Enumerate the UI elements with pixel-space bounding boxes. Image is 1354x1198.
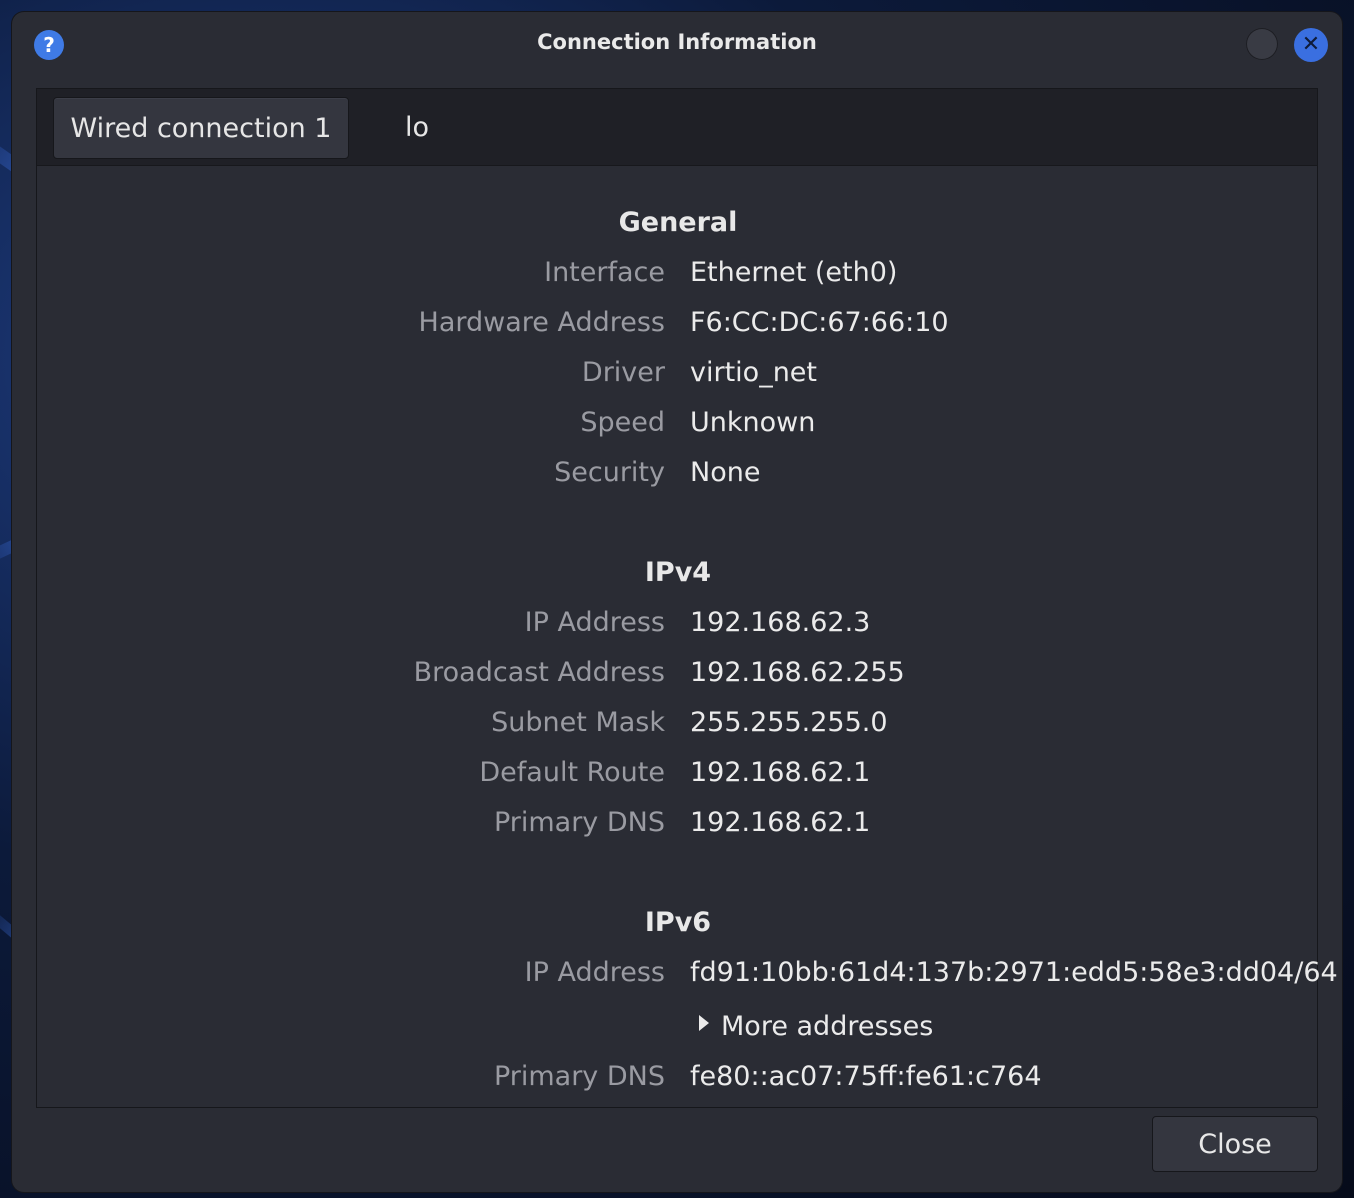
window-title: Connection Information (537, 30, 817, 54)
titlebar: ? Connection Information ✕ (12, 12, 1342, 76)
label-security: Security (554, 457, 665, 488)
close-icon[interactable]: ✕ (1294, 28, 1328, 62)
label-subnet-mask: Subnet Mask (491, 707, 665, 738)
expander-arrow-icon (699, 1015, 709, 1031)
label-interface: Interface (544, 257, 665, 288)
label-ipv6-address: IP Address (524, 957, 665, 988)
value-default-route: 192.168.62.1 (690, 757, 871, 788)
value-driver: virtio_net (690, 357, 817, 388)
tab-lo[interactable]: lo (377, 97, 457, 159)
connection-info-dialog: ? Connection Information ✕ Wired connect… (12, 12, 1342, 1192)
value-ipv4-address: 192.168.62.3 (690, 607, 871, 638)
value-interface: Ethernet (eth0) (690, 257, 898, 288)
label-broadcast-address: Broadcast Address (413, 657, 665, 688)
minimize-button[interactable] (1246, 28, 1278, 60)
value-speed: Unknown (690, 407, 816, 438)
label-hardware-address: Hardware Address (418, 307, 665, 338)
value-hardware-address: F6:CC:DC:67:66:10 (690, 307, 949, 338)
value-security: None (690, 457, 761, 488)
value-broadcast-address: 192.168.62.255 (690, 657, 905, 688)
label-driver: Driver (581, 357, 665, 388)
value-ipv4-primary-dns: 192.168.62.1 (690, 807, 871, 838)
label-ipv4-primary-dns: Primary DNS (493, 807, 665, 838)
value-ipv6-primary-dns: fe80::ac07:75ff:fe61:c764 (690, 1061, 1042, 1092)
label-speed: Speed (580, 407, 665, 438)
label-ipv4-address: IP Address (524, 607, 665, 638)
tab-bar: Wired connection 1 lo (37, 89, 1317, 166)
section-title-ipv6: IPv6 (644, 907, 712, 938)
more-addresses-expander[interactable]: More addresses (699, 1011, 933, 1042)
close-button[interactable]: Close (1152, 1116, 1318, 1172)
value-ipv6-address: fd91:10bb:61d4:137b:2971:edd5:58e3:dd04/… (690, 957, 1338, 988)
label-ipv6-primary-dns: Primary DNS (493, 1061, 665, 1092)
value-subnet-mask: 255.255.255.0 (690, 707, 888, 738)
label-default-route: Default Route (479, 757, 665, 788)
more-addresses-label: More addresses (721, 1011, 934, 1042)
content-panel: Wired connection 1 lo General Interface … (36, 88, 1338, 1108)
section-title-general: General (618, 207, 738, 238)
section-title-ipv4: IPv4 (644, 557, 712, 588)
tab-wired-connection-1[interactable]: Wired connection 1 (53, 97, 349, 159)
